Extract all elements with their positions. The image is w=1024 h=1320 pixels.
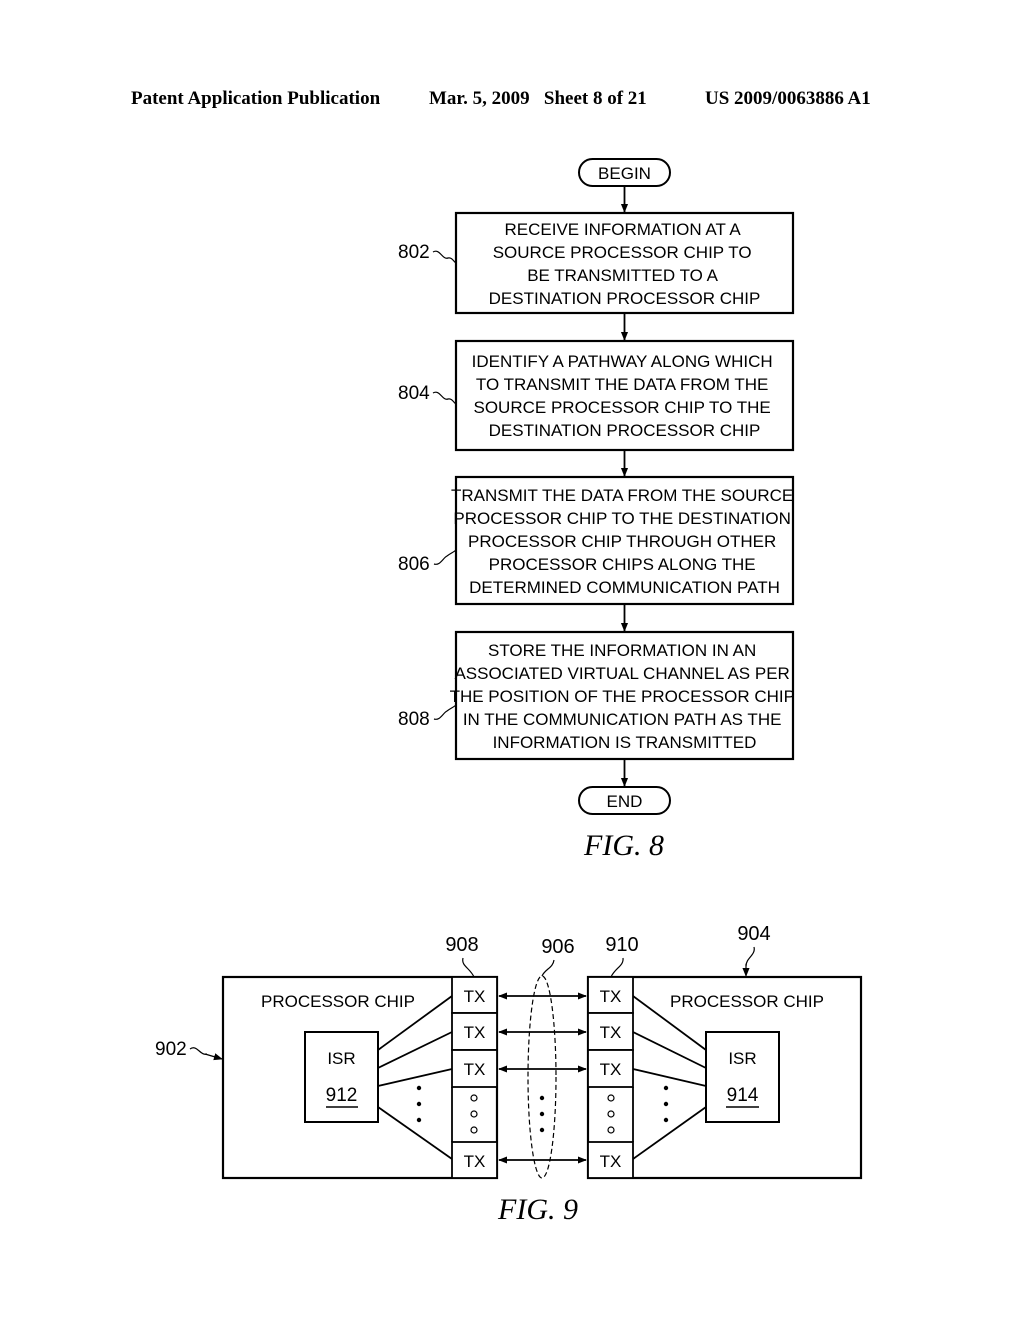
- isr-914: ISR 914: [705, 1031, 780, 1123]
- step-text-line: IDENTIFY A PATHWAY ALONG WHICH: [472, 352, 773, 371]
- end-terminal: END: [578, 786, 671, 815]
- step-text-line: TRANSMIT THE DATA FROM THE SOURCE: [451, 486, 793, 505]
- step-text-line: PROCESSOR CHIPS ALONG THE: [489, 555, 756, 574]
- link-bundle-906: 906: [498, 936, 587, 1179]
- left-processor-chip-902: PROCESSOR CHIP ISR 912 902: [155, 975, 499, 1180]
- right-tx-column-910: TX TX TX TX 910: [587, 934, 639, 1179]
- leader-line: [432, 250, 457, 264]
- leader-line: [541, 959, 555, 977]
- begin-terminal: BEGIN: [578, 158, 671, 187]
- step-804: IDENTIFY A PATHWAY ALONG WHICH TO TRANSM…: [398, 339, 795, 452]
- ellipsis-dot: [416, 1101, 422, 1107]
- tx-label: TX: [464, 1152, 486, 1171]
- ellipsis-dot: [539, 1095, 545, 1101]
- link-ref-906: 906: [541, 936, 574, 958]
- fig9-caption: FIG. 9: [497, 1193, 578, 1226]
- svg-text:STORE THE INFORMATION IN AN: STORE THE INFORMATION IN AN ASSOCIATED V…: [450, 641, 800, 752]
- tx-label: TX: [464, 1023, 486, 1042]
- step-806: TRANSMIT THE DATA FROM THE SOURCE PROCES…: [398, 475, 798, 606]
- isr-label: ISR: [728, 1049, 756, 1068]
- begin-label: BEGIN: [598, 164, 651, 183]
- step-text-line: IN THE COMMUNICATION PATH AS THE: [463, 710, 782, 729]
- ellipsis-dot: [663, 1101, 669, 1107]
- step-text-line: SOURCE PROCESSOR CHIP TO THE: [474, 398, 771, 417]
- step-ref-806: 806: [398, 554, 430, 575]
- ellipsis-dot: [416, 1117, 422, 1123]
- step-text-line: BE TRANSMITTED TO A: [527, 266, 718, 285]
- leader-line: [433, 549, 457, 565]
- isr-ref-914: 914: [727, 1085, 759, 1106]
- step-ref-804: 804: [398, 383, 430, 404]
- end-label: END: [607, 792, 643, 811]
- step-text-line: THE POSITION OF THE PROCESSOR CHIP: [450, 687, 795, 706]
- ellipsis-dot: [539, 1111, 545, 1117]
- chip-ref-902: 902: [155, 1039, 187, 1060]
- chip-ref-904: 904: [737, 923, 770, 945]
- step-ref-802: 802: [398, 242, 430, 263]
- step-text-line: DESTINATION PROCESSOR CHIP: [489, 289, 761, 308]
- link-group-ellipse: [527, 975, 557, 1179]
- step-text-line: STORE THE INFORMATION IN AN: [488, 641, 756, 660]
- step-802: RECEIVE INFORMATION AT A SOURCE PROCESSO…: [398, 211, 795, 315]
- chip-label: PROCESSOR CHIP: [261, 992, 415, 1011]
- step-text-line: DETERMINED COMMUNICATION PATH: [469, 578, 780, 597]
- chip-label: PROCESSOR CHIP: [670, 992, 824, 1011]
- tx-label: TX: [600, 1152, 622, 1171]
- tx-ref-910: 910: [605, 934, 638, 956]
- leader-line: [189, 1047, 208, 1055]
- leader-line: [745, 946, 755, 967]
- leader-line: [432, 391, 457, 405]
- step-text-line: TO TRANSMIT THE DATA FROM THE: [476, 375, 769, 394]
- ellipsis-dot: [663, 1085, 669, 1091]
- step-text-line: SOURCE PROCESSOR CHIP TO: [493, 243, 752, 262]
- leader-line: [610, 957, 624, 978]
- pointer-arrow: [204, 1053, 223, 1061]
- leader-line: [433, 704, 457, 720]
- step-text-line: PROCESSOR CHIP TO THE DESTINATION: [453, 509, 791, 528]
- left-tx-column-908: TX TX TX TX 908: [445, 934, 498, 1179]
- step-text-line: RECEIVE INFORMATION AT A: [505, 220, 742, 239]
- fig8-caption: FIG. 8: [583, 829, 664, 862]
- tx-label: TX: [464, 987, 486, 1006]
- step-ref-808: 808: [398, 709, 430, 730]
- svg-text:TRANSMIT THE DATA FROM THE SOU: TRANSMIT THE DATA FROM THE SOURCE PROCES…: [451, 486, 798, 597]
- step-808: STORE THE INFORMATION IN AN ASSOCIATED V…: [398, 630, 800, 761]
- tx-label: TX: [600, 1060, 622, 1079]
- isr-label: ISR: [327, 1049, 355, 1068]
- isr-ref-912: 912: [326, 1085, 358, 1106]
- leader-line: [462, 957, 475, 978]
- tx-ref-908: 908: [445, 934, 478, 956]
- patent-drawing: BEGIN RECEIVE INFORMATION AT A SOURCE PR…: [155, 158, 863, 1226]
- ellipsis-dot: [416, 1085, 422, 1091]
- step-text-line: DESTINATION PROCESSOR CHIP: [489, 421, 761, 440]
- step-text-line: ASSOCIATED VIRTUAL CHANNEL AS PER: [454, 664, 789, 683]
- fig9-diagram: PROCESSOR CHIP ISR 912 902 TX TX TX TX 9…: [155, 923, 863, 1226]
- step-text-line: PROCESSOR CHIP THROUGH OTHER: [468, 532, 776, 551]
- ellipsis-dot: [539, 1127, 545, 1133]
- tx-label: TX: [600, 987, 622, 1006]
- ellipsis-dot: [663, 1117, 669, 1123]
- tx-label: TX: [464, 1060, 486, 1079]
- isr-912: ISR 912: [304, 1031, 379, 1123]
- step-text-line: INFORMATION IS TRANSMITTED: [493, 733, 757, 752]
- tx-label: TX: [600, 1023, 622, 1042]
- fig8-flowchart: BEGIN RECEIVE INFORMATION AT A SOURCE PR…: [398, 158, 800, 862]
